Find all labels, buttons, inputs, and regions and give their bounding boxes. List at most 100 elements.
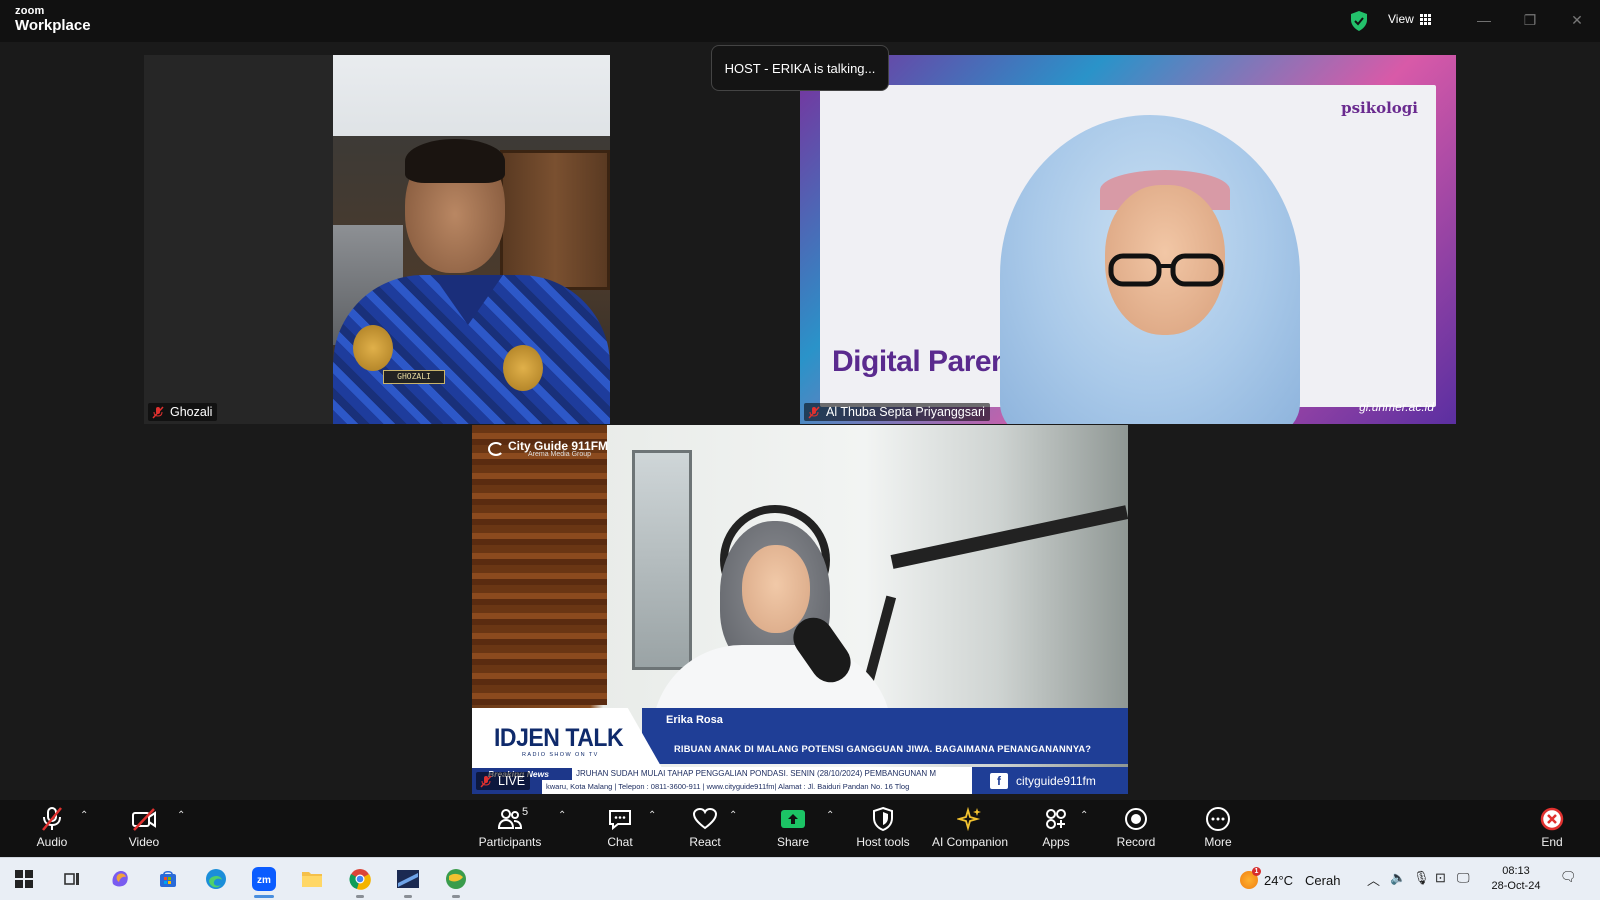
shield-icon	[873, 806, 893, 832]
notifications-icon[interactable]: 🗨	[1560, 869, 1577, 885]
broadcast-lower-third: IDJEN TALK RADIO SHOW ON TV Erika Rosa R…	[472, 708, 1128, 794]
chrome-icon[interactable]	[344, 864, 376, 898]
participant-name: LIVE	[498, 774, 526, 788]
participants-label: Participants	[478, 835, 542, 849]
muted-mic-icon	[152, 405, 164, 419]
ai-companion-button[interactable]: AI Companion	[926, 806, 1014, 854]
video-tile-al-thuba[interactable]: psikologi Digital Paren gi.unmer.ac.id A…	[800, 55, 1456, 424]
active-speaker-indicator: HOST - ERIKA is talking...	[711, 45, 889, 91]
host-name: Erika Rosa	[666, 714, 723, 726]
audio-label: Audio	[36, 835, 68, 849]
heart-icon	[692, 807, 718, 830]
info-ticker: kwaru, Kota Malang | Telepon : 0811-3600…	[542, 780, 972, 794]
weather-alert-badge: 1	[1252, 867, 1261, 876]
microsoft-store-icon[interactable]	[152, 864, 184, 894]
end-call-icon	[1540, 807, 1564, 831]
minimize-icon[interactable]: —	[1470, 8, 1498, 32]
video-label: Video	[128, 835, 160, 849]
zoom-app-icon[interactable]: zm	[248, 864, 280, 898]
task-view-icon[interactable]	[56, 864, 88, 894]
weather-widget[interactable]: 1 24°C Cerah	[1240, 867, 1341, 889]
edge-browser-icon[interactable]	[200, 864, 232, 894]
title-bar: zoom Workplace View — ❐ ✕	[0, 0, 1600, 42]
participant-name-tag: Al Thuba Septa Priyanggsari	[804, 403, 990, 421]
apps-label: Apps	[1042, 835, 1070, 849]
apps-chevron-icon[interactable]: ⌃	[1080, 810, 1088, 821]
view-label: View	[1388, 12, 1414, 26]
react-label: React	[689, 835, 721, 849]
host-tools-button[interactable]: Host tools	[841, 806, 925, 854]
muted-mic-icon	[808, 405, 820, 419]
video-tile-ghozali[interactable]: GHOZALI Ghozali	[144, 55, 610, 424]
windows-taskbar: zm 1 24°C Cerah ︿ 🔈 🎙 ⊡ 🖵 08:13 28-Oct-2…	[0, 857, 1600, 900]
participants-icon	[497, 809, 523, 829]
social-handle: f cityguide911fm	[972, 767, 1128, 794]
logo-bottom: Workplace	[15, 17, 91, 34]
copilot-icon[interactable]	[104, 864, 136, 894]
file-explorer-icon[interactable]	[296, 864, 328, 894]
show-subtitle: RADIO SHOW ON TV	[522, 752, 599, 758]
sparkle-icon	[957, 806, 981, 832]
audio-options-chevron-icon[interactable]: ⌃	[80, 810, 88, 821]
video-tile-live[interactable]: City Guide 911FM Arema Media Group IDJEN…	[472, 425, 1128, 794]
logo-top: zoom	[15, 5, 45, 17]
facebook-icon: f	[990, 772, 1008, 789]
close-icon[interactable]: ✕	[1563, 8, 1591, 32]
sun-icon: 1	[1240, 867, 1261, 889]
name-badge: GHOZALI	[383, 370, 445, 384]
grid-view-icon	[1419, 13, 1431, 25]
system-clock[interactable]: 08:13 28-Oct-24	[1486, 864, 1546, 894]
share-chevron-icon[interactable]: ⌃	[826, 810, 834, 821]
muted-mic-icon	[480, 774, 492, 788]
slide-title: Digital Paren	[832, 345, 1009, 378]
social-handle-text: cityguide911fm	[1016, 773, 1096, 788]
chat-icon	[609, 810, 631, 831]
windows-start-icon[interactable]	[8, 864, 40, 894]
chat-label: Chat	[607, 835, 633, 849]
record-button[interactable]: Record	[1094, 806, 1178, 854]
chat-chevron-icon[interactable]: ⌃	[648, 810, 656, 821]
show-title: IDJEN TALK	[494, 724, 624, 752]
participants-button[interactable]: 5 Participants	[468, 806, 552, 854]
globe-app-icon[interactable]	[440, 864, 472, 898]
more-button[interactable]: More	[1176, 806, 1260, 854]
muted-mic-icon	[42, 807, 62, 831]
psikologi-logo: psikologi	[1341, 99, 1418, 117]
participant-video: GHOZALI	[333, 55, 610, 424]
media-app-icon[interactable]	[392, 864, 424, 898]
meeting-toolbar: Audio ⌃ Video ⌃ 5 Participants ⌃ Chat ⌃	[0, 800, 1600, 857]
speaker-icon[interactable]: 🔈	[1390, 870, 1406, 886]
participant-name-tag: LIVE	[476, 772, 531, 790]
participant-name: Al Thuba Septa Priyanggsari	[826, 405, 985, 419]
end-meeting-button[interactable]: End	[1510, 806, 1594, 854]
participants-count: 5	[522, 806, 529, 818]
chevron-up-icon[interactable]: ︿	[1367, 870, 1380, 889]
ai-companion-label: AI Companion	[931, 835, 1009, 849]
station-logo: City Guide 911FM Arema Media Group	[488, 439, 608, 458]
view-button[interactable]: View	[1388, 12, 1431, 26]
network-icon[interactable]: 🖵	[1457, 870, 1470, 886]
react-chevron-icon[interactable]: ⌃	[729, 810, 737, 821]
video-button[interactable]: Video	[102, 806, 186, 854]
participant-name-tag: Ghozali	[148, 403, 218, 421]
share-button[interactable]: Share	[751, 806, 835, 854]
microphone-icon[interactable]: 🎙	[1413, 870, 1430, 886]
camera-icon[interactable]: ⊡	[1435, 870, 1446, 886]
zoom-logo: zoom Workplace	[15, 5, 91, 34]
headline: RIBUAN ANAK DI MALANG POTENSI GANGGUAN J…	[674, 744, 1092, 754]
clock-date: 28-Oct-24	[1491, 880, 1541, 892]
video-options-chevron-icon[interactable]: ⌃	[177, 810, 185, 821]
participants-chevron-icon[interactable]: ⌃	[558, 810, 566, 821]
share-label: Share	[776, 835, 810, 849]
end-label: End	[1541, 835, 1563, 849]
encryption-shield-icon[interactable]	[1350, 11, 1368, 31]
station-swirl-icon	[488, 441, 504, 456]
record-label: Record	[1116, 835, 1156, 849]
more-label: More	[1204, 835, 1232, 849]
clock-time: 08:13	[1502, 865, 1530, 877]
slide-url: gi.unmer.ac.id	[1359, 400, 1434, 414]
weather-text: Cerah	[1305, 872, 1341, 888]
record-icon	[1125, 808, 1147, 830]
more-icon	[1206, 807, 1230, 831]
restore-icon[interactable]: ❐	[1516, 8, 1544, 32]
